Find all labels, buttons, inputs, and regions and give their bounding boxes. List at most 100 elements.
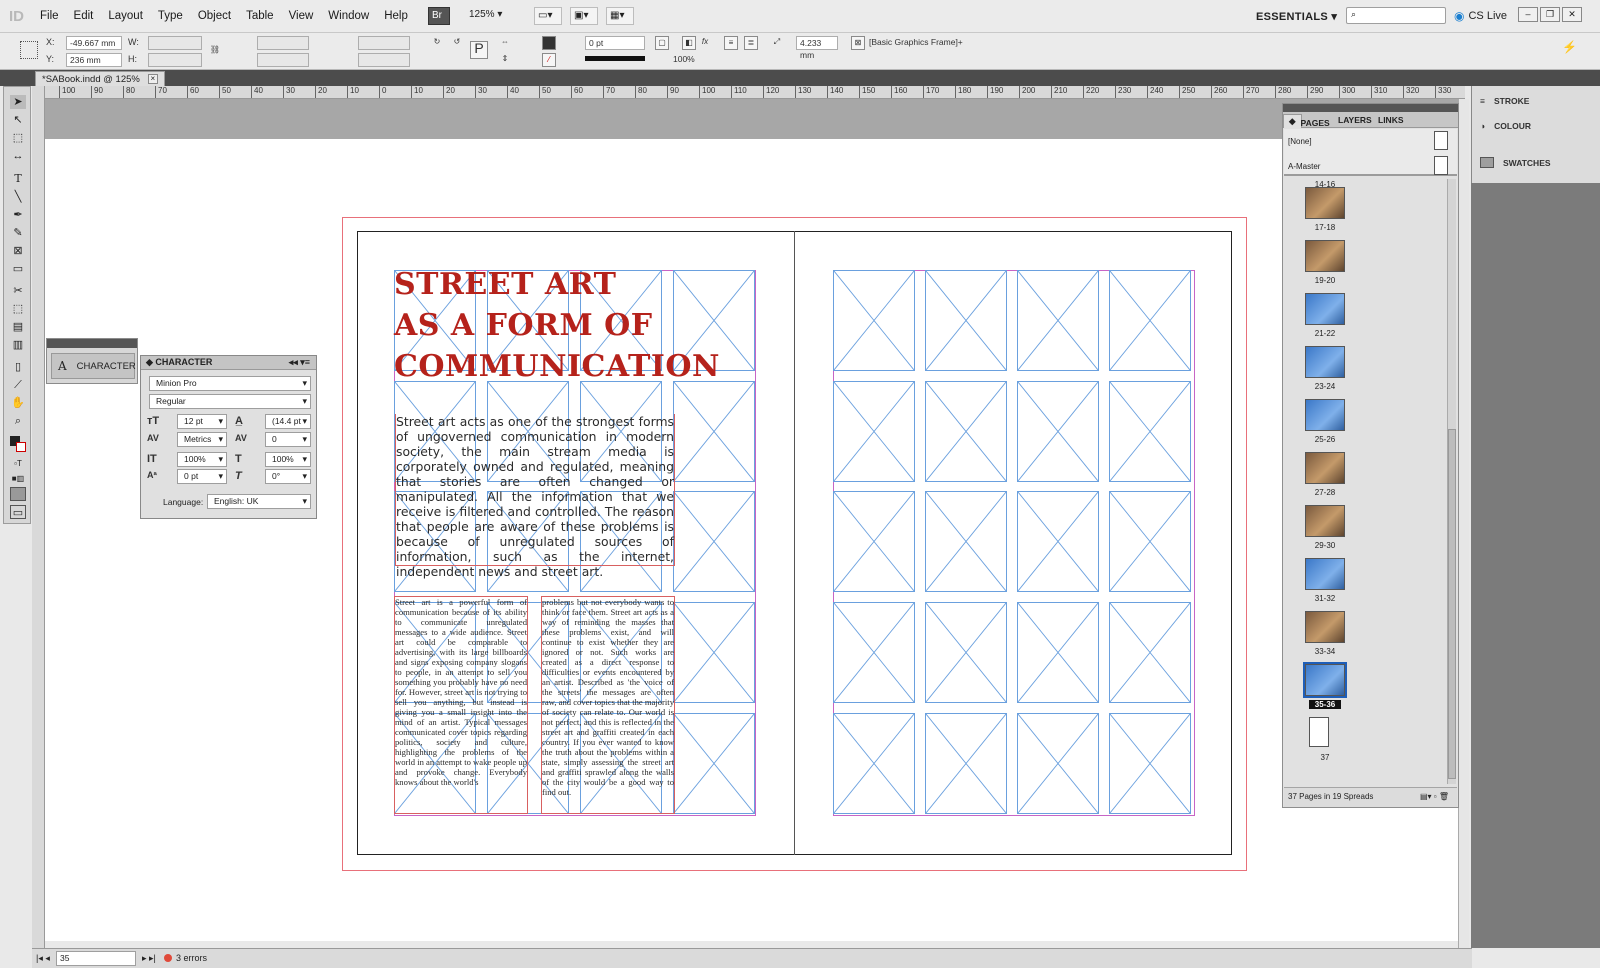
pen-tool-icon[interactable]: ✒ <box>10 208 26 222</box>
vertical-scrollbar[interactable] <box>1458 99 1469 948</box>
image-frame-placeholder[interactable] <box>925 491 1007 592</box>
spread-thumbnail[interactable] <box>1309 717 1329 747</box>
stroke-type-select[interactable] <box>585 56 645 61</box>
image-frame-placeholder[interactable] <box>925 602 1007 703</box>
menu-edit[interactable]: Edit <box>74 10 94 22</box>
y-field[interactable]: 236 mm <box>66 53 122 67</box>
flip-horizontal-icon[interactable]: ⇔ <box>498 36 512 50</box>
text-wrap-icon[interactable]: ▢ <box>655 36 669 50</box>
tab-pages[interactable]: ◆ PAGES <box>1283 114 1330 128</box>
menu-help[interactable]: Help <box>384 10 408 22</box>
spread-thumbnail[interactable] <box>1305 187 1345 219</box>
preflight-errors[interactable]: 3 errors <box>176 949 207 967</box>
image-frame-placeholder[interactable] <box>833 381 915 482</box>
gradient-feather-tool-icon[interactable]: ▥ <box>10 338 26 352</box>
eyedropper-tool-icon[interactable]: ⟋ <box>10 378 26 392</box>
stroke-panel-button[interactable]: ≡ STROKE <box>1480 96 1529 106</box>
menu-window[interactable]: Window <box>328 10 369 22</box>
menu-type[interactable]: Type <box>158 10 183 22</box>
image-frame-placeholder[interactable] <box>1017 270 1099 371</box>
restore-button[interactable]: ❐ <box>1540 7 1560 22</box>
p-text-icon[interactable]: P <box>470 41 488 59</box>
image-frame-placeholder[interactable] <box>833 602 915 703</box>
fitting-icon[interactable]: ⤢ <box>770 36 784 50</box>
image-frame-placeholder[interactable] <box>673 381 755 482</box>
body-column-2[interactable]: problems but not everybody wants to thin… <box>541 596 675 814</box>
zoom-select[interactable]: 125% ▾ <box>466 7 526 25</box>
quick-apply-icon[interactable]: ⚡ <box>1562 41 1577 55</box>
spread-thumbnail[interactable] <box>1305 505 1345 537</box>
image-frame-placeholder[interactable] <box>1109 381 1191 482</box>
width-field[interactable] <box>148 36 202 50</box>
object-style-icon[interactable]: ⊠ <box>851 36 865 50</box>
lead-paragraph-frame[interactable]: Street art acts as one of the strongest … <box>395 414 675 579</box>
formatting-affects-container-icon[interactable]: ▫T <box>10 457 26 471</box>
x-field[interactable]: -49.667 mm <box>66 36 122 50</box>
drop-shadow-icon[interactable]: ◧ <box>682 36 696 50</box>
view-options-button[interactable]: ▭▾ <box>534 7 562 25</box>
baseline-shift-field[interactable]: 0 pt <box>177 469 227 484</box>
direct-selection-tool-icon[interactable]: ↖ <box>10 113 26 127</box>
help-search-input[interactable]: ⌕ <box>1346 7 1446 24</box>
master-a[interactable]: A-Master <box>1288 162 1320 171</box>
cs-live-button[interactable]: ◉ CS Live <box>1454 9 1507 23</box>
colour-panel-button[interactable]: ◑ COLOUR <box>1480 121 1531 131</box>
master-none[interactable]: [None] <box>1288 137 1312 146</box>
pencil-tool-icon[interactable]: ✎ <box>10 226 26 240</box>
image-frame-placeholder[interactable] <box>1017 381 1099 482</box>
first-page-icon[interactable]: |◂ ◂ <box>36 949 50 967</box>
vertical-scale-field[interactable]: 100% <box>177 452 227 467</box>
image-frame-placeholder[interactable] <box>1017 713 1099 814</box>
tab-layers[interactable]: LAYERS <box>1333 114 1377 126</box>
rotation-field[interactable] <box>358 36 410 50</box>
image-frame-placeholder[interactable] <box>1109 491 1191 592</box>
headline-text-frame[interactable]: STREET ART AS A FORM OF COMMUNICATION <box>394 264 719 387</box>
language-select[interactable]: English: UK <box>207 494 311 509</box>
pages-footer-icons[interactable]: ▤▾ ▫ 🗑 <box>1420 788 1449 806</box>
spread-thumbnail[interactable] <box>1305 346 1345 378</box>
spread-thumbnail[interactable] <box>1305 240 1345 272</box>
body-column-1[interactable]: Street art is a powerful form of communi… <box>394 596 528 814</box>
workspace-switcher[interactable]: ESSENTIALS ▾ <box>1256 10 1337 23</box>
scale-y-field[interactable] <box>257 53 309 67</box>
rectangle-frame-tool-icon[interactable]: ⊠ <box>10 244 26 258</box>
image-frame-placeholder[interactable] <box>833 270 915 371</box>
tracking-field[interactable]: 0 <box>265 432 311 447</box>
scissors-tool-icon[interactable]: ✂ <box>10 284 26 298</box>
flip-vertical-icon[interactable]: ⇕ <box>498 53 512 67</box>
object-style-select[interactable]: [Basic Graphics Frame]+ <box>866 36 978 50</box>
align-center-icon[interactable]: ≣ <box>744 36 758 50</box>
screen-mode-icon[interactable]: ▭ <box>10 505 26 519</box>
image-frame-placeholder[interactable] <box>673 713 755 814</box>
master-a-thumb[interactable] <box>1434 156 1448 175</box>
fill-swatch-icon[interactable] <box>542 36 556 50</box>
horizontal-scale-field[interactable]: 100% <box>265 452 311 467</box>
align-left-icon[interactable]: ≡ <box>724 36 738 50</box>
image-frame-placeholder[interactable] <box>1109 270 1191 371</box>
gradient-tool-icon[interactable]: ▤ <box>10 320 26 334</box>
image-frame-placeholder[interactable] <box>1109 602 1191 703</box>
image-frame-placeholder[interactable] <box>925 381 1007 482</box>
skew-field[interactable]: 0° <box>265 469 311 484</box>
pages-scrollbar[interactable] <box>1447 179 1456 784</box>
note-tool-icon[interactable]: ▯ <box>10 360 26 374</box>
page-tool-icon[interactable]: ⬚ <box>10 131 26 145</box>
kerning-field[interactable]: Metrics <box>177 432 227 447</box>
rectangle-tool-icon[interactable]: ▭ <box>10 262 26 276</box>
swatches-panel-button[interactable]: SWATCHES <box>1480 157 1551 168</box>
character-panel-header[interactable]: ◆ CHARACTER ◂◂ ▾≡ <box>141 356 316 370</box>
close-window-button[interactable]: ✕ <box>1562 7 1582 22</box>
image-frame-placeholder[interactable] <box>1017 602 1099 703</box>
selection-tool-icon[interactable]: ➤ <box>10 95 26 109</box>
stroke-color-icon[interactable] <box>16 442 26 452</box>
panel-menu-icon[interactable]: ◂◂ ▾≡ <box>289 356 310 369</box>
menu-object[interactable]: Object <box>198 10 231 22</box>
preview-mode-icon[interactable] <box>10 487 26 501</box>
spread-thumbnail[interactable] <box>1305 293 1345 325</box>
effects-fx-icon[interactable]: fx <box>698 36 712 50</box>
image-frame-placeholder[interactable] <box>673 491 755 592</box>
height-field[interactable] <box>148 53 202 67</box>
character-panel-button[interactable]: A CHARACTER <box>51 353 136 379</box>
leading-field[interactable]: (14.4 pt <box>265 414 311 429</box>
menu-file[interactable]: File <box>40 10 59 22</box>
